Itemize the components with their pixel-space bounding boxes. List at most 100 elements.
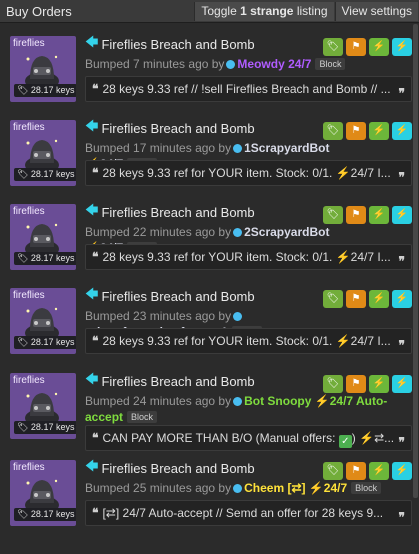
listing-message-box: ❝ 28 keys 9.33 ref for YOUR item. Stock: … (85, 160, 412, 186)
lightning-icon: ⚡ (359, 431, 375, 445)
item-thumbnail[interactable]: fireflies 🏷 28.17 keys (10, 288, 76, 354)
arrow-left-icon: 🡄 (85, 34, 99, 49)
item-thumbnail[interactable]: fireflies 🏷 28.17 keys (10, 120, 76, 186)
quote-open-icon: ❝ (92, 506, 99, 520)
listing-title-row: 🡄 Fireflies Breach and Bomb (85, 458, 255, 476)
item-thumbnail[interactable]: fireflies 🏷 28.17 keys (10, 373, 76, 439)
tag-icon[interactable]: 🏷 (323, 206, 343, 224)
item-thumbnail[interactable]: fireflies 🏷 28.17 keys (10, 460, 76, 526)
arrow-left-icon: 🡄 (85, 118, 99, 133)
tag-icon[interactable]: 🏷 (323, 38, 343, 56)
user-name-link[interactable]: Cheem [⇄] (244, 481, 305, 495)
listing-item: fireflies 🏷 28.17 keys 🡄 Fireflies Breach a… (9, 192, 412, 272)
user-name-link[interactable]: Bot Snoopy (244, 394, 311, 408)
flag-icon[interactable]: ⚑ (346, 462, 366, 480)
item-thumb-price: 🏷 28.17 keys (14, 168, 76, 181)
listing-message: 28 keys 9.33 ref // !sell Fireflies Brea… (102, 82, 391, 96)
instant-trade-icon[interactable]: ⚡ (392, 375, 412, 393)
listing-actions: 🏷 ⚑ ⚡ ⚡ (323, 206, 412, 224)
item-thumb-label: fireflies (13, 122, 45, 133)
toggle-strange-button[interactable]: Toggle 1 strange listing (194, 1, 334, 21)
tag-icon[interactable]: 🏷 (323, 122, 343, 140)
quote-close-icon: ❞ (398, 170, 405, 184)
user-name-link[interactable]: 2ScrapyardBot (244, 225, 329, 239)
user-avatar-dot (233, 144, 243, 153)
flag-icon[interactable]: ⚑ (346, 38, 366, 56)
flag-icon[interactable]: ⚑ (346, 122, 366, 140)
tag-icon[interactable]: 🏷 (323, 375, 343, 393)
item-thumb-price: 🏷 28.17 keys (14, 84, 76, 97)
listing-message-box: ❝ [⇄] 24/7 Auto-accept // Semd an offer f… (85, 500, 412, 526)
scrollbar[interactable] (413, 24, 418, 498)
listing-meta: Bumped 24 minutes ago by Bot Snoopy ⚡24/7… (85, 394, 388, 424)
lightning-icon: ⚡ (314, 394, 330, 408)
tag-icon[interactable]: 🏷 (323, 290, 343, 308)
view-settings-button[interactable]: View settings (334, 1, 418, 21)
listing-title-row: 🡄 Fireflies Breach and Bomb (85, 371, 255, 389)
user-avatar-dot (233, 312, 243, 321)
lightning-icon: ⚡ (335, 334, 351, 348)
panel-title: Buy Orders (6, 3, 72, 19)
flag-icon[interactable]: ⚑ (346, 206, 366, 224)
tag-icon[interactable]: 🏷 (323, 462, 343, 480)
item-thumb-label: fireflies (13, 290, 45, 301)
listing-meta: Bumped 7 minutes ago by Meowdy 24/7 Block (85, 56, 405, 72)
listing-title[interactable]: Fireflies Breach and Bomb (101, 121, 254, 136)
lightning-button-icon[interactable]: ⚡ (369, 122, 389, 140)
instant-trade-icon[interactable]: ⚡ (392, 122, 412, 140)
listing-message-box: ❝ 28 keys 9.33 ref for YOUR item. Stock: … (85, 328, 412, 354)
item-thumb-price: 🏷 28.17 keys (14, 508, 76, 521)
quote-close-icon: ❞ (398, 338, 405, 352)
instant-trade-icon[interactable]: ⚡ (392, 206, 412, 224)
instant-trade-icon[interactable]: ⚡ (392, 290, 412, 308)
listing-message: [⇄] 24/7 Auto-accept // Semd an offer fo… (102, 506, 384, 520)
item-thumbnail[interactable]: fireflies 🏷 28.17 keys (10, 204, 76, 270)
bumped-text: Bumped 7 minutes ago by (85, 57, 225, 71)
lightning-button-icon[interactable]: ⚡ (369, 375, 389, 393)
quote-open-icon: ❝ (92, 431, 99, 445)
item-thumb-label: fireflies (13, 462, 45, 473)
user-avatar-dot (233, 228, 243, 237)
listing-title-row: 🡄 Fireflies Breach and Bomb (85, 202, 255, 220)
listing-title-row: 🡄 Fireflies Breach and Bomb (85, 34, 255, 52)
quote-open-icon: ❝ (92, 82, 99, 96)
panel-header: Buy Orders Toggle 1 strange listing View… (0, 0, 419, 23)
lightning-icon: ⚡ (308, 481, 324, 495)
bumped-text: Bumped 23 minutes ago by (85, 309, 232, 323)
listing-title[interactable]: Fireflies Breach and Bomb (101, 374, 254, 389)
listing-actions: 🏷 ⚑ ⚡ ⚡ (323, 462, 412, 480)
listing-title[interactable]: Fireflies Breach and Bomb (101, 289, 254, 304)
listing-message: CAN PAY MORE THAN B/O (Manual offers: (102, 431, 336, 445)
instant-trade-icon[interactable]: ⚡ (392, 462, 412, 480)
arrow-left-icon: 🡄 (85, 458, 99, 473)
lightning-button-icon[interactable]: ⚡ (369, 462, 389, 480)
quote-close-icon: ❞ (398, 254, 405, 268)
listing-meta: Bumped 25 minutes ago by Cheem [⇄] ⚡24/7 B… (85, 480, 405, 496)
listing-message: 28 keys 9.33 ref for YOUR item. Stock: 0… (102, 334, 333, 348)
user-avatar-dot (233, 484, 243, 493)
user-avatar-dot (233, 397, 243, 406)
block-button[interactable]: Block (127, 411, 158, 423)
instant-trade-icon[interactable]: ⚡ (392, 38, 412, 56)
lightning-icon: ⚡ (335, 166, 351, 180)
block-button[interactable]: Block (351, 482, 382, 494)
listing-title[interactable]: Fireflies Breach and Bomb (101, 205, 254, 220)
listing-title[interactable]: Fireflies Breach and Bomb (101, 37, 254, 52)
lightning-button-icon[interactable]: ⚡ (369, 38, 389, 56)
lightning-button-icon[interactable]: ⚡ (369, 206, 389, 224)
user-name-link[interactable]: Meowdy 24/7 (237, 57, 311, 71)
lightning-icon: ⚡ (335, 250, 351, 264)
flag-icon[interactable]: ⚑ (346, 375, 366, 393)
bumped-text: Bumped 24 minutes ago by (85, 394, 232, 408)
listing-item: fireflies 🏷 28.17 keys 🡄 Fireflies Breach a… (9, 24, 412, 104)
item-thumbnail[interactable]: fireflies 🏷 28.17 keys (10, 36, 76, 102)
quote-open-icon: ❝ (92, 166, 99, 180)
flag-icon[interactable]: ⚑ (346, 290, 366, 308)
listing-message-box: ❝ 28 keys 9.33 ref // !sell Fireflies Bre… (85, 76, 412, 102)
listing-message: 28 keys 9.33 ref for YOUR item. Stock: 0… (102, 166, 333, 180)
listing-message-box: ❝ 28 keys 9.33 ref for YOUR item. Stock: … (85, 244, 412, 270)
user-name-link[interactable]: 1ScrapyardBot (244, 141, 329, 155)
block-button[interactable]: Block (315, 58, 346, 70)
lightning-button-icon[interactable]: ⚡ (369, 290, 389, 308)
listing-title[interactable]: Fireflies Breach and Bomb (101, 461, 254, 476)
